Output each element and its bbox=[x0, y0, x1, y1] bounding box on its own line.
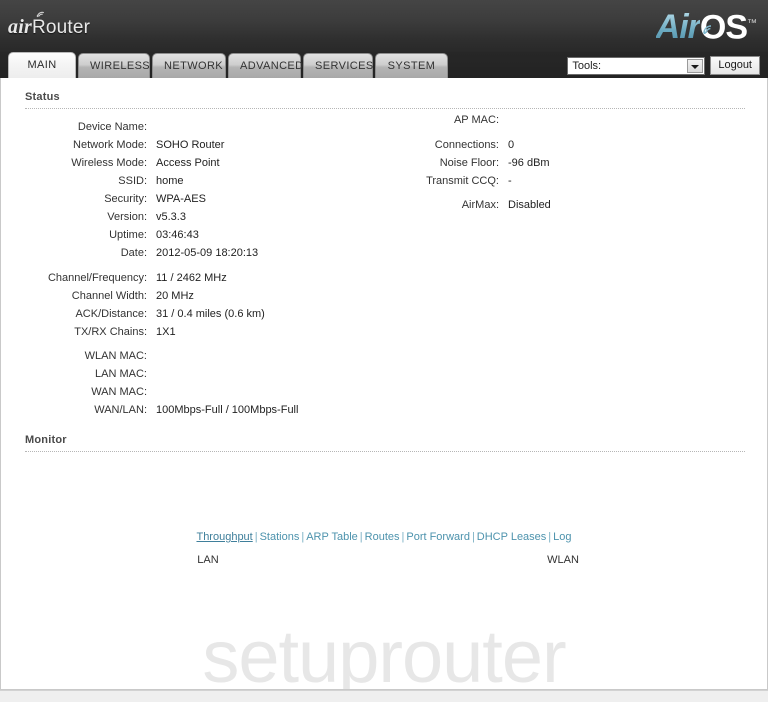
status-value: SOHO Router bbox=[156, 139, 225, 151]
status-section-divider bbox=[25, 108, 745, 109]
airos-logo-air: Air bbox=[655, 8, 701, 47]
watermark-text: setuprouter bbox=[202, 615, 566, 690]
status-label: LAN MAC: bbox=[95, 368, 147, 380]
status-value: 31 / 0.4 miles (0.6 km) bbox=[156, 308, 265, 320]
link-separator: | bbox=[254, 531, 258, 543]
status-label: WAN/LAN: bbox=[94, 404, 147, 416]
status-label: Security: bbox=[104, 193, 147, 205]
status-label: Device Name: bbox=[77, 121, 147, 133]
status-value: Access Point bbox=[156, 157, 220, 169]
status-label: AP MAC: bbox=[453, 114, 499, 126]
status-value: 2012-05-09 18:20:13 bbox=[156, 247, 259, 259]
monitor-links: Throughput | Stations | ARP Table | Routes | Por… bbox=[1, 531, 767, 543]
monitor-link-log[interactable]: Log bbox=[553, 531, 571, 543]
airos-logo: AirOS™ bbox=[655, 3, 757, 47]
link-separator: | bbox=[471, 531, 475, 543]
status-value: -96 dBm bbox=[508, 157, 550, 169]
monitor-link-arp-table[interactable]: ARP Table bbox=[306, 531, 358, 543]
status-value: 03:46:43 bbox=[156, 229, 199, 241]
product-logo: airRouter bbox=[8, 11, 90, 39]
monitor-link-dhcp-leases[interactable]: DHCP Leases bbox=[477, 531, 547, 543]
tab-wireless[interactable]: WIRELESS bbox=[78, 53, 150, 78]
status-label: Network Mode: bbox=[73, 139, 147, 151]
status-label: AirMax: bbox=[461, 199, 499, 211]
status-value: 1X1 bbox=[156, 326, 176, 338]
status-section-title: Status bbox=[25, 91, 60, 103]
chevron-down-icon[interactable] bbox=[687, 58, 704, 73]
status-label: WLAN MAC: bbox=[84, 350, 147, 362]
monitor-link-port-forward[interactable]: Port Forward bbox=[406, 531, 470, 543]
tab-main[interactable]: MAIN bbox=[8, 52, 76, 78]
status-label: Connections: bbox=[434, 139, 499, 151]
monitor-link-throughput[interactable]: Throughput bbox=[196, 531, 252, 543]
status-label: Date: bbox=[120, 247, 147, 259]
status-value: - bbox=[508, 175, 512, 187]
airos-router-page: airRouter AirOS™ MAIN WIRELESS NETWORK A… bbox=[0, 0, 768, 702]
throughput-chart-lan-label: LAN bbox=[197, 554, 219, 566]
status-label: SSID: bbox=[118, 175, 147, 187]
status-value: 100Mbps-Full / 100Mbps-Full bbox=[156, 404, 299, 416]
status-value: home bbox=[156, 175, 184, 187]
airos-logo-trademark: ™ bbox=[747, 18, 757, 29]
logout-button[interactable]: Logout bbox=[710, 56, 760, 75]
status-label: Transmit CCQ: bbox=[426, 175, 499, 187]
status-label: Noise Floor: bbox=[439, 157, 499, 169]
status-label: WAN MAC: bbox=[91, 386, 147, 398]
status-label: Uptime: bbox=[109, 229, 147, 241]
tab-network[interactable]: NETWORK bbox=[152, 53, 226, 78]
tools-select[interactable]: Tools: bbox=[567, 56, 706, 75]
status-value: 11 / 2462 MHz bbox=[156, 272, 227, 284]
status-label: Version: bbox=[107, 211, 147, 223]
status-value: 20 MHz bbox=[156, 290, 194, 302]
tab-services[interactable]: SERVICES bbox=[303, 53, 373, 78]
tab-system[interactable]: SYSTEM bbox=[375, 53, 448, 78]
status-value: v5.3.3 bbox=[156, 211, 186, 223]
status-label: Wireless Mode: bbox=[71, 157, 147, 169]
airos-antenna-icon bbox=[702, 3, 717, 35]
tools-select-value: Tools: bbox=[572, 59, 602, 72]
status-label: Channel/Frequency: bbox=[47, 272, 147, 284]
status-value: Disabled bbox=[508, 199, 551, 211]
status-label: ACK/Distance: bbox=[75, 308, 147, 320]
link-separator: | bbox=[359, 531, 363, 543]
status-value: 0 bbox=[508, 139, 515, 151]
tab-advanced[interactable]: ADVANCED bbox=[228, 53, 303, 78]
page-header: airRouter AirOS™ bbox=[0, 0, 768, 52]
tab-bar: MAIN WIRELESS NETWORK ADVANCED SERVICES … bbox=[0, 52, 768, 78]
monitor-section-title: Monitor bbox=[25, 434, 67, 446]
monitor-link-stations[interactable]: Stations bbox=[260, 531, 300, 543]
page-bottom-strip bbox=[0, 690, 768, 702]
status-value: WPA-AES bbox=[156, 193, 206, 205]
status-label: Channel Width: bbox=[71, 290, 147, 302]
brand-air-text: air bbox=[8, 16, 32, 38]
toolbar-right: Tools: Logout bbox=[567, 56, 760, 75]
page-content: setuprouter Status Device Name: Network … bbox=[0, 78, 768, 690]
throughput-chart-wlan-label: WLAN bbox=[547, 554, 579, 566]
status-label: TX/RX Chains: bbox=[74, 326, 147, 338]
monitor-section-divider bbox=[25, 451, 745, 452]
monitor-link-routes[interactable]: Routes bbox=[365, 531, 400, 543]
